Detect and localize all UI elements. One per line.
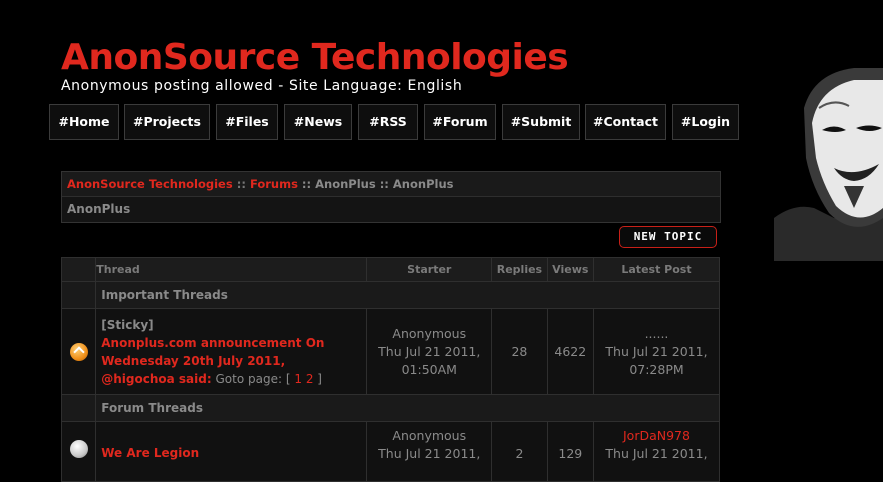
nav-news[interactable]: #News [284, 104, 352, 140]
header-views: Views [546, 257, 594, 282]
thread-title-cell: [Sticky] Anonplus.com announcement On We… [95, 308, 368, 395]
page-link-2[interactable]: 2 [306, 372, 314, 386]
nav-files[interactable]: #Files [216, 104, 278, 140]
starter-cell: Anonymous Thu Jul 21 2011, 01:50AM [366, 308, 493, 395]
threads-table: Thread Starter Replies Views Latest Post… [60, 257, 721, 482]
site-tagline: Anonymous posting allowed - Site Languag… [61, 78, 463, 94]
latest-post-cell: JorDaN978 Thu Jul 21 2011, [592, 421, 721, 482]
latest-post-author[interactable]: JorDaN978 [623, 428, 690, 443]
latest-post-cell: ...... Thu Jul 21 2011, 07:28PM [592, 308, 721, 395]
latest-post-date: Thu Jul 21 2011, 07:28PM [605, 343, 708, 377]
header-latest-post: Latest Post [592, 257, 721, 282]
replies-count: 2 [491, 421, 548, 482]
views-count: 129 [546, 421, 594, 482]
nav-home[interactable]: #Home [49, 104, 119, 140]
thread-link[interactable]: Anonplus.com announcement On Wednesday 2… [101, 336, 324, 386]
goto-page-close: ] [317, 371, 322, 386]
new-topic-button[interactable]: NEW TOPIC [619, 226, 717, 248]
forum-subtitle: AnonPlus [62, 197, 720, 222]
breadcrumb-box: AnonSource Technologies :: Forums :: Ano… [61, 171, 721, 223]
breadcrumb-separator: :: [232, 177, 250, 191]
section-important-label: Important Threads [95, 281, 720, 309]
header-replies: Replies [491, 257, 548, 282]
views-count: 4622 [546, 308, 594, 395]
nav-login[interactable]: #Login [672, 104, 739, 140]
sticky-thread-icon [69, 342, 88, 361]
thread-status-icon [69, 440, 88, 458]
site-title: AnonSource Technologies [61, 37, 569, 78]
table-row: [Sticky] Anonplus.com announcement On We… [60, 308, 721, 395]
breadcrumb-current: :: AnonPlus :: AnonPlus [297, 177, 454, 191]
nav-projects[interactable]: #Projects [124, 104, 210, 140]
section-forum-row: Forum Threads [60, 394, 720, 422]
breadcrumb-forums-link[interactable]: Forums [250, 177, 298, 191]
starter-date: Thu Jul 21 2011, 01:50AM [378, 343, 481, 377]
starter-name: Anonymous [392, 428, 467, 443]
anonymous-mask-image [774, 68, 883, 261]
header-thread: Thread [95, 257, 368, 282]
table-row: We Are Legion Anonymous Thu Jul 21 2011,… [60, 421, 721, 482]
sticky-tag: [Sticky] [101, 317, 154, 332]
nav-submit[interactable]: #Submit [502, 104, 580, 140]
replies-count: 28 [491, 308, 548, 395]
goto-page-label: Goto page: [ [215, 371, 291, 386]
section-important-row: Important Threads [60, 281, 720, 309]
table-header-row: Thread Starter Replies Views Latest Post [60, 257, 721, 282]
header-icon-col [60, 257, 97, 282]
header-starter: Starter [366, 257, 493, 282]
starter-cell: Anonymous Thu Jul 21 2011, [366, 421, 493, 482]
nav-forum[interactable]: #Forum [424, 104, 496, 140]
latest-post-author: ...... [644, 325, 669, 341]
breadcrumb: AnonSource Technologies :: Forums :: Ano… [62, 172, 720, 197]
section-forum-label: Forum Threads [95, 394, 720, 422]
page-link-1[interactable]: 1 [294, 372, 302, 386]
thread-link[interactable]: We Are Legion [101, 446, 199, 460]
nav-contact[interactable]: #Contact [585, 104, 666, 140]
nav-rss[interactable]: #RSS [358, 104, 418, 140]
breadcrumb-site-link[interactable]: AnonSource Technologies [67, 177, 233, 191]
starter-name: Anonymous [392, 325, 467, 341]
